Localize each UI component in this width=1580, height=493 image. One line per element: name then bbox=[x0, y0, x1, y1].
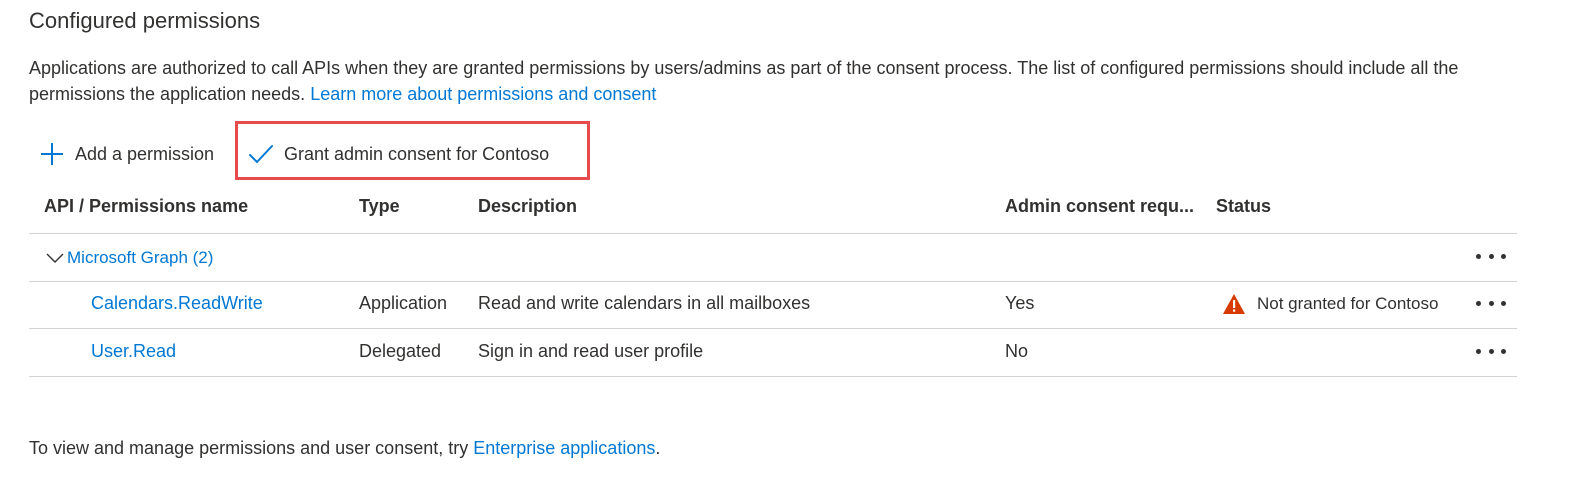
more-dot bbox=[1501, 300, 1506, 306]
row-divider bbox=[29, 281, 1517, 282]
grant-admin-consent-button[interactable]: Grant admin consent for Contoso bbox=[248, 137, 549, 171]
permission-type: Delegated bbox=[359, 341, 442, 361]
more-dot bbox=[1488, 253, 1494, 259]
permission-description: Read and write calendars in all mailboxe… bbox=[478, 293, 811, 313]
plus-icon bbox=[40, 142, 64, 166]
row-more-options-button[interactable] bbox=[1476, 343, 1506, 359]
permission-name-link[interactable]: User.Read bbox=[91, 341, 176, 362]
intro-text: Applications are authorized to call APIs… bbox=[29, 58, 1459, 104]
more-dot bbox=[1488, 348, 1494, 354]
admin-consent-value: Yes bbox=[1005, 293, 1035, 313]
group-more-options-button[interactable] bbox=[1476, 248, 1506, 264]
configured-permissions-page: Configured permissions Applications are … bbox=[0, 0, 1580, 493]
learn-more-link[interactable]: Learn more about permissions and consent bbox=[310, 84, 656, 104]
table-bottom-divider bbox=[29, 376, 1517, 377]
footer-note: To view and manage permissions and user … bbox=[29, 438, 660, 459]
enterprise-applications-link[interactable]: Enterprise applications bbox=[473, 438, 655, 458]
warning-icon bbox=[1222, 293, 1246, 315]
status-text: Not granted for Contoso bbox=[1257, 294, 1439, 313]
more-dot bbox=[1476, 300, 1481, 306]
group-label: Microsoft Graph (2) bbox=[67, 248, 214, 267]
row-divider bbox=[29, 328, 1517, 329]
add-permission-label: Add a permission bbox=[75, 143, 215, 164]
intro-paragraph: Applications are authorized to call APIs… bbox=[29, 55, 1529, 107]
column-header-api-permissions-name[interactable]: API / Permissions name bbox=[44, 196, 248, 217]
admin-consent-value: No bbox=[1005, 341, 1029, 361]
column-header-description[interactable]: Description bbox=[478, 196, 577, 217]
permission-name-link[interactable]: Calendars.ReadWrite bbox=[91, 293, 263, 314]
page-title: Configured permissions bbox=[29, 8, 261, 33]
more-dot bbox=[1488, 300, 1494, 306]
add-permission-button[interactable]: Add a permission bbox=[40, 137, 214, 171]
chevron-down-icon bbox=[46, 252, 64, 264]
permission-description: Sign in and read user profile bbox=[478, 341, 704, 361]
more-dot bbox=[1501, 253, 1506, 259]
column-header-admin-consent-required[interactable]: Admin consent requ... bbox=[1005, 196, 1194, 217]
footer-suffix: . bbox=[655, 438, 661, 458]
more-dot bbox=[1476, 253, 1481, 259]
permission-type: Application bbox=[359, 293, 448, 313]
column-header-status[interactable]: Status bbox=[1216, 196, 1271, 217]
grant-admin-consent-label: Grant admin consent for Contoso bbox=[284, 143, 550, 164]
checkmark-icon bbox=[248, 142, 274, 166]
row-more-options-button[interactable] bbox=[1476, 295, 1506, 311]
footer-text: To view and manage permissions and user … bbox=[29, 438, 474, 458]
column-header-type[interactable]: Type bbox=[359, 196, 400, 217]
header-divider bbox=[29, 233, 1517, 234]
more-dot bbox=[1501, 348, 1506, 354]
status-cell: Not granted for Contoso bbox=[1222, 292, 1438, 316]
group-row-microsoft-graph[interactable]: Microsoft Graph (2) bbox=[46, 245, 213, 271]
more-dot bbox=[1476, 348, 1481, 354]
